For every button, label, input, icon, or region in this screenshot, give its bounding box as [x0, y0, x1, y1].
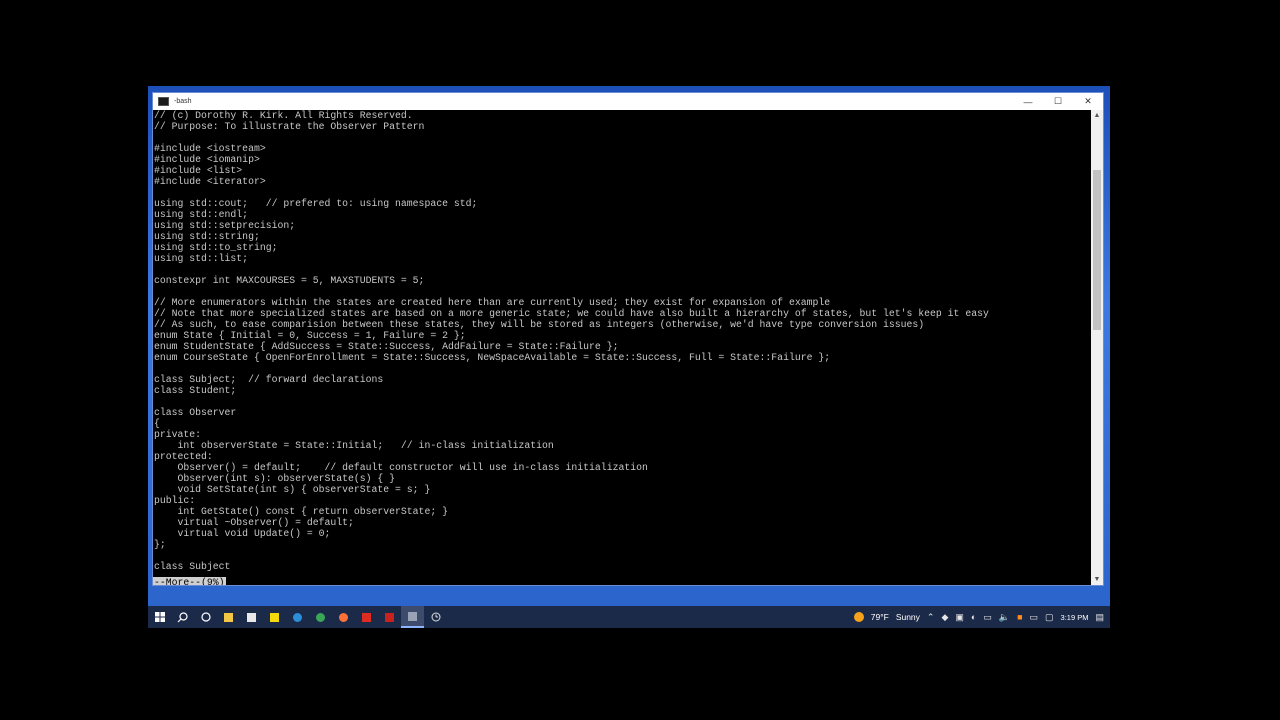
wifi-icon[interactable]: ▭ [983, 612, 992, 623]
acrobat-icon[interactable] [355, 606, 378, 628]
display-icon[interactable]: ▣ [955, 612, 964, 623]
scroll-up-icon[interactable]: ▲ [1091, 110, 1103, 121]
clock-time[interactable]: 3:19 PM [1061, 613, 1089, 622]
taskbar: 79°F Sunny ⌃ ◆ ▣ ◐ ▭ 🔈 ■ ▭ ▢ 3:19 PM ▤ [148, 606, 1110, 628]
maximize-button[interactable]: ☐ [1043, 93, 1073, 110]
app-icon-white[interactable] [240, 606, 263, 628]
notifications-icon[interactable]: ▤ [1095, 612, 1104, 623]
sticky-notes-icon[interactable] [263, 606, 286, 628]
pager-prompt: --More--(9%) [153, 577, 226, 585]
window-controls: — ☐ ✕ [1013, 93, 1103, 110]
battery-icon[interactable]: ▭ [1030, 612, 1039, 623]
terminal-icon [158, 97, 169, 106]
network-icon[interactable]: ◐ [971, 612, 976, 622]
weather-sun-icon[interactable] [853, 612, 864, 622]
chrome-icon[interactable] [309, 606, 332, 628]
search-icon[interactable] [171, 606, 194, 628]
cortana-icon[interactable] [194, 606, 217, 628]
window-title: -bash [174, 98, 192, 105]
acrobat-reader-icon[interactable] [378, 606, 401, 628]
windows-start-icon[interactable] [148, 606, 171, 628]
terminal-output[interactable]: // (c) Dorothy R. Kirk. All Rights Reser… [153, 110, 1091, 585]
source-code-text: // (c) Dorothy R. Kirk. All Rights Reser… [154, 110, 989, 572]
file-explorer-icon[interactable] [217, 606, 240, 628]
close-button[interactable]: ✕ [1073, 93, 1103, 110]
scrollbar-thumb[interactable] [1093, 170, 1101, 330]
volume-icon[interactable]: 🔈 [999, 612, 1010, 623]
edge-icon[interactable] [286, 606, 309, 628]
clock-app-icon[interactable] [424, 606, 447, 628]
weather-desc[interactable]: Sunny [896, 612, 920, 622]
firefox-icon[interactable] [332, 606, 355, 628]
weather-temp[interactable]: 79°F [871, 612, 889, 622]
scroll-down-icon[interactable]: ▼ [1091, 574, 1103, 585]
office-icon[interactable]: ■ [1017, 612, 1022, 622]
terminal-taskbar-icon[interactable] [401, 606, 424, 628]
security-icon[interactable]: ◆ [941, 612, 948, 623]
vertical-scrollbar[interactable]: ▲ ▼ [1091, 110, 1103, 585]
monitor-icon[interactable]: ▢ [1045, 612, 1054, 623]
chevron-up-icon[interactable]: ⌃ [927, 612, 935, 623]
terminal-window[interactable]: -bash — ☐ ✕ // (c) Dorothy R. Kirk. All … [152, 92, 1104, 586]
title-bar[interactable]: -bash — ☐ ✕ [153, 93, 1103, 110]
minimize-button[interactable]: — [1013, 93, 1043, 110]
